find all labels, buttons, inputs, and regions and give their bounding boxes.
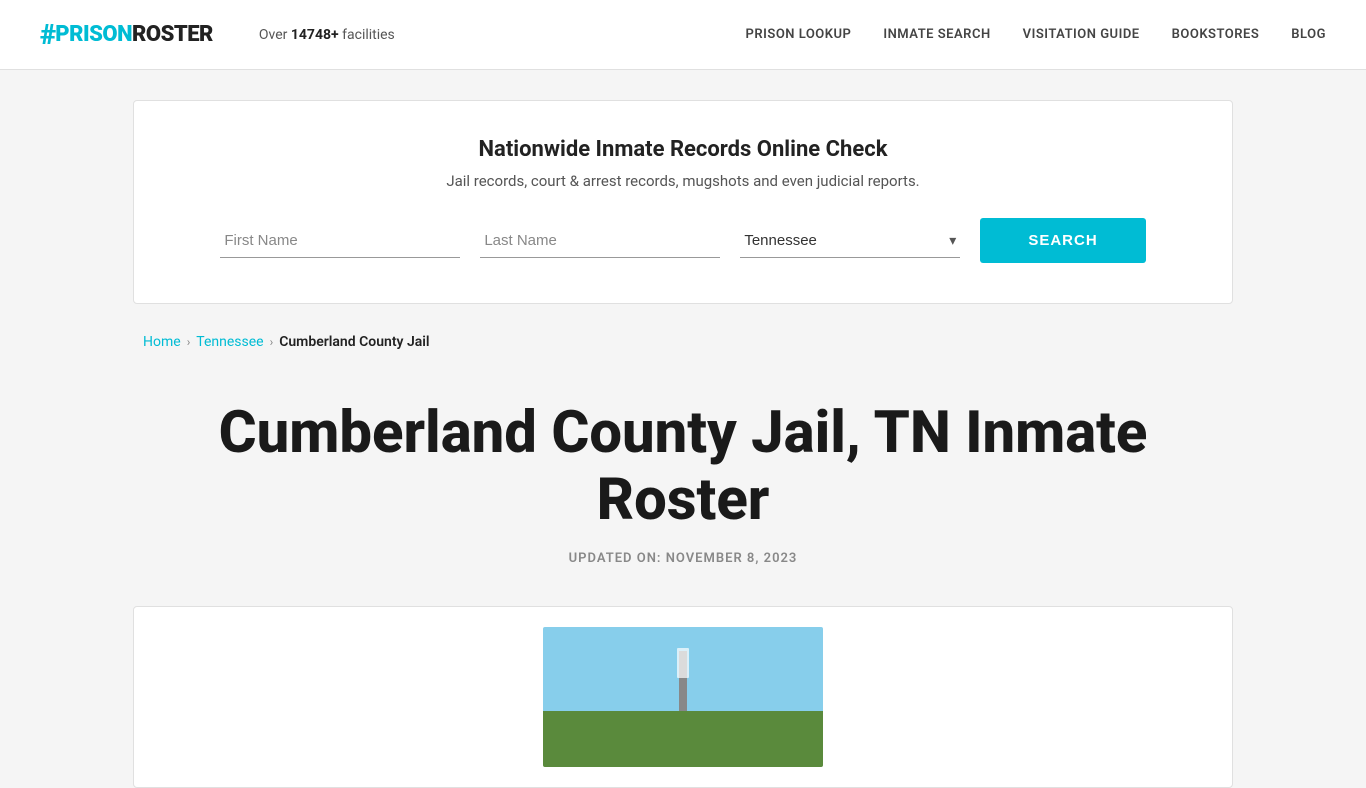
- jail-image: [543, 627, 823, 767]
- search-banner-subtitle: Jail records, court & arrest records, mu…: [174, 172, 1192, 190]
- logo[interactable]: #PRISONROSTER: [40, 18, 213, 51]
- nav-prison-lookup[interactable]: PRISON LOOKUP: [746, 27, 852, 42]
- facilities-prefix: Over: [259, 27, 291, 43]
- state-select[interactable]: AlabamaAlaskaArizonaArkansasCaliforniaCo…: [740, 224, 960, 258]
- facilities-suffix: facilities: [339, 27, 395, 43]
- logo-roster: ROSTER: [132, 22, 213, 47]
- page-title-section: Cumberland County Jail, TN Inmate Roster…: [133, 370, 1233, 576]
- content-card: [133, 606, 1233, 788]
- last-name-input[interactable]: [480, 224, 720, 258]
- content-card-inner: [134, 607, 1232, 787]
- first-name-input[interactable]: [220, 224, 460, 258]
- nav-visitation-guide[interactable]: VISITATION GUIDE: [1023, 27, 1140, 42]
- breadcrumb-sep-1: ›: [187, 335, 191, 349]
- search-banner: Nationwide Inmate Records Online Check J…: [133, 100, 1233, 304]
- breadcrumb-state[interactable]: Tennessee: [196, 334, 263, 350]
- breadcrumb-sep-2: ›: [270, 335, 274, 349]
- nav-inmate-search[interactable]: INMATE SEARCH: [883, 27, 990, 42]
- updated-date: NOVEMBER 8, 2023: [666, 551, 798, 566]
- nav-links: PRISON LOOKUP INMATE SEARCH VISITATION G…: [746, 27, 1326, 42]
- updated-prefix: UPDATED ON:: [569, 551, 666, 566]
- page-title: Cumberland County Jail, TN Inmate Roster: [143, 400, 1223, 533]
- state-select-wrapper: AlabamaAlaskaArizonaArkansasCaliforniaCo…: [740, 224, 960, 258]
- logo-prison: PRISON: [55, 22, 132, 47]
- facilities-count-text: Over 14748+ facilities: [259, 27, 395, 43]
- updated-label: UPDATED ON: NOVEMBER 8, 2023: [143, 551, 1223, 566]
- breadcrumb: Home › Tennessee › Cumberland County Jai…: [133, 334, 1233, 350]
- facilities-number: 14748+: [291, 27, 339, 43]
- breadcrumb-home[interactable]: Home: [143, 334, 181, 350]
- navbar: #PRISONROSTER Over 14748+ facilities PRI…: [0, 0, 1366, 70]
- nav-blog[interactable]: BLOG: [1291, 27, 1326, 42]
- nav-bookstores[interactable]: BOOKSTORES: [1172, 27, 1260, 42]
- search-banner-title: Nationwide Inmate Records Online Check: [174, 137, 1192, 162]
- breadcrumb-current: Cumberland County Jail: [279, 334, 429, 350]
- search-button[interactable]: SEARCH: [980, 218, 1145, 263]
- logo-hash: #: [40, 18, 55, 51]
- search-form: AlabamaAlaskaArizonaArkansasCaliforniaCo…: [174, 218, 1192, 263]
